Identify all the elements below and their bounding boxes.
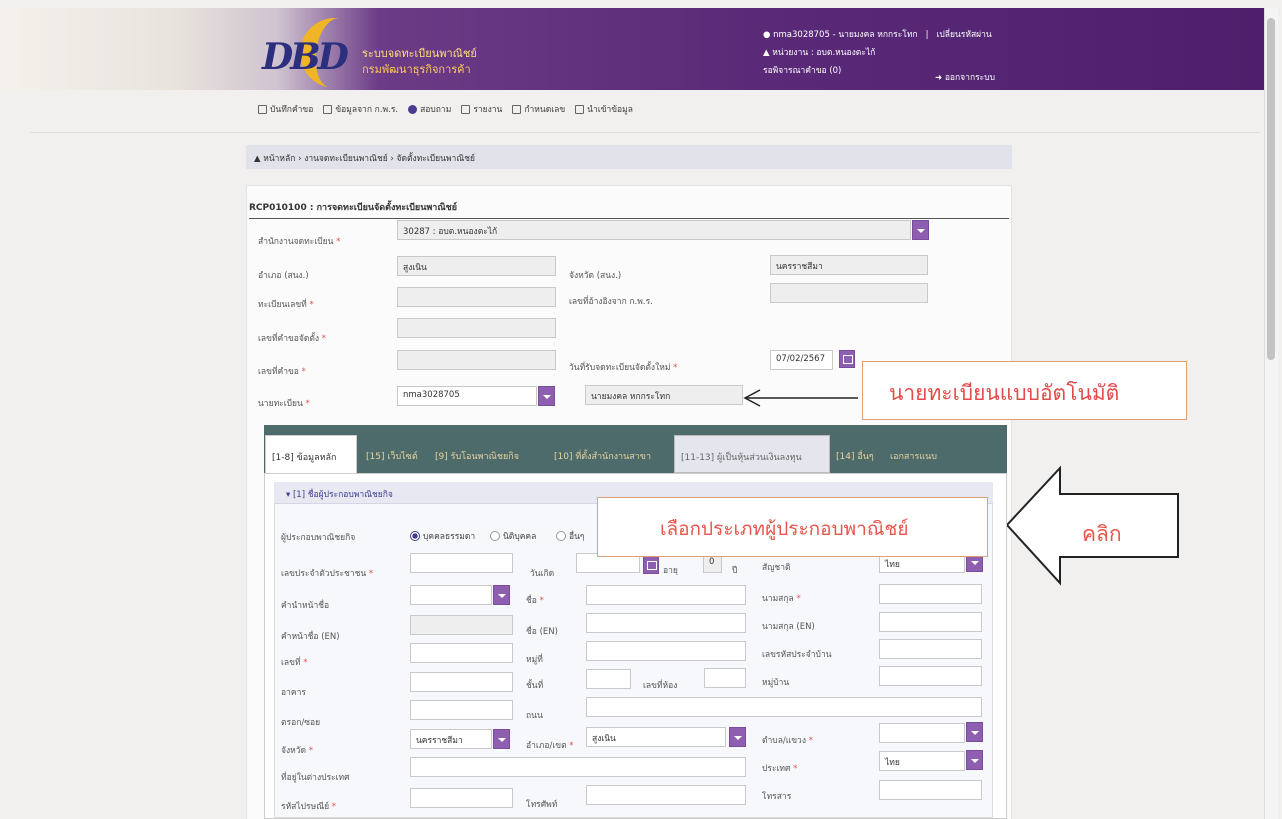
- name-label: ชื่อ *: [526, 596, 544, 606]
- choose-type-callout: เลือกประเภทผู้ประกอบพาณิชย์: [597, 497, 988, 557]
- room-label: เลขที่ห้อง: [643, 681, 678, 691]
- tab-main-info[interactable]: [1-8] ข้อมูลหลัก: [265, 435, 357, 473]
- tab-branch[interactable]: [10] ที่ตั้งสำนักงานสาขา: [548, 435, 657, 473]
- radio-dot: [556, 531, 566, 541]
- addr-no-label: เลขที่ *: [281, 658, 308, 668]
- prefix-dropdown-icon[interactable]: [493, 585, 510, 605]
- scrollbar-thumb[interactable]: [1267, 18, 1275, 360]
- village-label: หมู่บ้าน: [762, 678, 790, 688]
- name-input[interactable]: [586, 585, 746, 605]
- tab-bar: [1-8] ข้อมูลหลัก [15] เว็บไซต์ [9] รับโอ…: [264, 425, 1007, 473]
- radio-juristic[interactable]: นิติบุคคล: [490, 529, 536, 543]
- click-label: คลิก: [1082, 522, 1122, 546]
- fax-label: โทรสาร: [762, 792, 792, 802]
- surname-input[interactable]: [879, 584, 982, 604]
- tab-attachments[interactable]: เอกสารแนบ: [884, 435, 943, 473]
- id-input[interactable]: [410, 553, 513, 573]
- moo-input[interactable]: [586, 641, 746, 661]
- moo-label: หมู่ที่: [526, 655, 543, 665]
- prov-dropdown-icon[interactable]: [493, 729, 510, 749]
- prefix-select[interactable]: [410, 585, 492, 605]
- name-en-label: ชื่อ (EN): [526, 627, 558, 637]
- radio-other[interactable]: อื่นๆ: [556, 529, 584, 543]
- country-select[interactable]: ไทย: [879, 751, 965, 771]
- country-dropdown-icon[interactable]: [966, 750, 983, 770]
- building-input[interactable]: [410, 672, 513, 692]
- district-label: อำเภอ/เขต *: [526, 741, 574, 751]
- birth-label: วันเกิด: [530, 569, 555, 579]
- addr-no-input[interactable]: [410, 643, 513, 663]
- prov-label: จังหวัด *: [281, 746, 313, 756]
- name-en-input[interactable]: [586, 613, 746, 633]
- phone-label: โทรศัพท์: [526, 800, 558, 810]
- subdistrict-select[interactable]: [879, 723, 965, 743]
- prefix-label: คำนำหน้าชื่อ: [281, 601, 330, 611]
- surname-label: นามสกุล *: [762, 594, 801, 604]
- abroad-input[interactable]: [410, 757, 746, 777]
- page: DBD ระบบจดทะเบียนพาณิชย์ กรมพัฒนาธุรกิจก…: [0, 0, 1282, 819]
- age-label: อายุ: [663, 566, 678, 576]
- district-label-text: อำเภอ/เขต: [526, 741, 567, 751]
- tab-transfer[interactable]: [9] รับโอนพาณิชยกิจ: [429, 435, 525, 473]
- addr-no-label-text: เลขที่: [281, 658, 301, 668]
- radio-label: อื่นๆ: [569, 532, 585, 542]
- radio-label: บุคคลธรรมดา: [423, 532, 476, 542]
- tab-partners[interactable]: [11-13] ผู้เป็นหุ้นส่วนเงินลงทุน: [674, 435, 830, 473]
- tab-website[interactable]: [15] เว็บไซต์: [360, 435, 424, 473]
- auto-registrar-callout: นายทะเบียนแบบอัตโนมัติ: [862, 361, 1187, 420]
- owner-type-label: ผู้ประกอบพาณิชยกิจ: [281, 533, 356, 543]
- scrollbar[interactable]: [1264, 8, 1278, 819]
- nationality-label: สัญชาติ: [762, 563, 791, 573]
- house-code-label: เลขรหัสประจำบ้าน: [762, 650, 832, 660]
- house-code-input[interactable]: [879, 639, 982, 659]
- name-label-text: ชื่อ: [526, 596, 537, 606]
- section-title: [1] ชื่อผู้ประกอบพาณิชยกิจ: [292, 490, 393, 500]
- radio-dot: [490, 531, 500, 541]
- surname-label-text: นามสกุล: [762, 594, 794, 604]
- id-label-text: เลขประจำตัวประชาชน: [281, 569, 367, 579]
- fax-input[interactable]: [879, 780, 982, 800]
- abroad-label: ที่อยู่ในต่างประเทศ: [281, 773, 350, 783]
- prefix-en-field: [410, 615, 513, 635]
- surname-en-label: นามสกุล (EN): [762, 622, 815, 632]
- district-select[interactable]: สูงเนิน: [586, 727, 726, 747]
- radio-dot: [410, 531, 420, 541]
- subdistrict-label: ตำบล/แขวง *: [762, 736, 813, 746]
- id-label: เลขประจำตัวประชาชน *: [281, 569, 374, 579]
- country-label: ประเทศ *: [762, 764, 798, 774]
- zip-input[interactable]: [410, 788, 513, 808]
- chevron-down-icon: ▾: [286, 490, 291, 500]
- prov-select[interactable]: นครราชสีมา: [410, 729, 492, 749]
- zip-label-text: รหัสไปรษณีย์: [281, 802, 330, 812]
- age-unit: ปี: [732, 566, 738, 576]
- surname-en-input[interactable]: [879, 612, 982, 632]
- road-label: ถนน: [526, 711, 543, 721]
- subdistrict-dropdown-icon[interactable]: [966, 722, 983, 742]
- floor-input[interactable]: [586, 669, 631, 689]
- radio-individual[interactable]: บุคคลธรรมดา: [410, 529, 475, 543]
- soi-input[interactable]: [410, 700, 513, 720]
- zip-label: รหัสไปรษณีย์ *: [281, 802, 337, 812]
- subdistrict-label-text: ตำบล/แขวง: [762, 736, 806, 746]
- birth-calendar-icon[interactable]: [643, 556, 659, 574]
- tab-other[interactable]: [14] อื่นๆ: [830, 435, 880, 473]
- country-label-text: ประเทศ: [762, 764, 791, 774]
- district-dropdown-icon[interactable]: [729, 727, 746, 747]
- prefix-en-label: คำหน้าชื่อ (EN): [281, 632, 340, 642]
- room-input[interactable]: [704, 668, 746, 688]
- phone-input[interactable]: [586, 785, 746, 805]
- soi-label: ตรอก/ซอย: [281, 718, 321, 728]
- building-label: อาคาร: [281, 688, 306, 698]
- floor-label: ชั้นที่: [526, 681, 544, 691]
- village-input[interactable]: [879, 666, 982, 686]
- prov-label-text: จังหวัด: [281, 746, 307, 756]
- road-input[interactable]: [586, 697, 982, 717]
- radio-label: นิติบุคคล: [503, 532, 537, 542]
